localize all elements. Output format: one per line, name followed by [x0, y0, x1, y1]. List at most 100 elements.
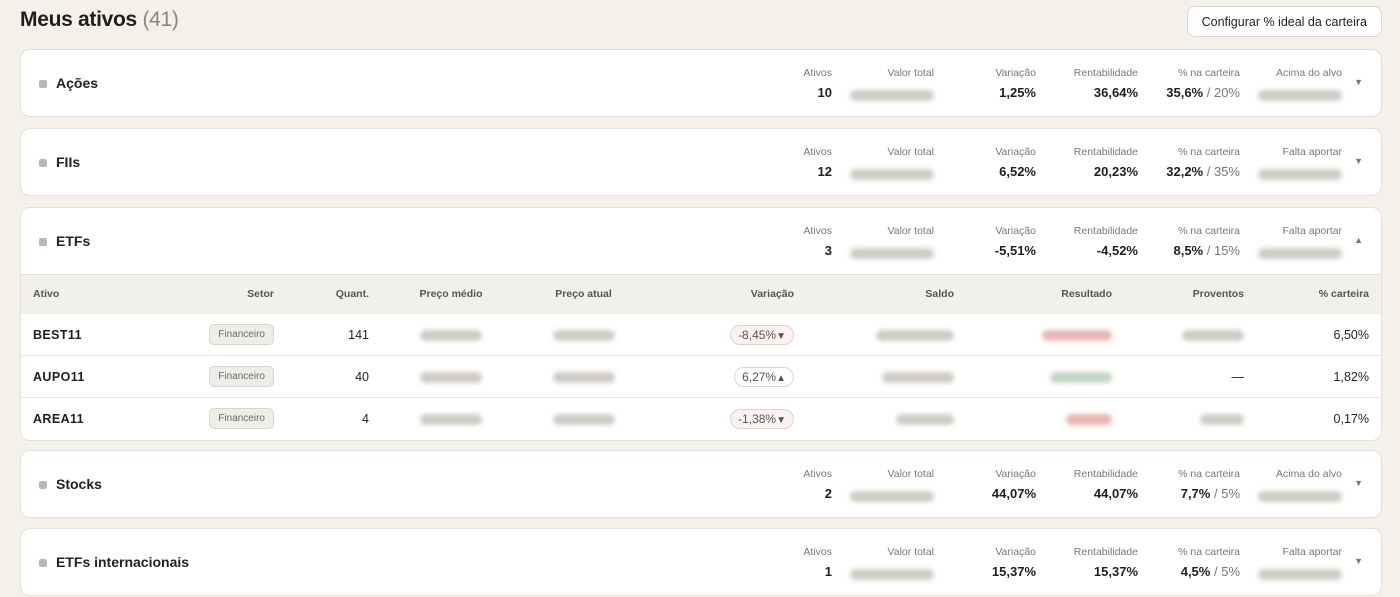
hidden-value [552, 413, 615, 425]
category-header[interactable]: ETFs internacionais Ativos 1 Valor total … [21, 529, 1381, 595]
col-pct-carteira[interactable]: % carteira [1256, 275, 1381, 314]
category-name: Stocks [56, 476, 102, 492]
category-header[interactable]: Ações Ativos 10 Valor total Variação 1,25%… [21, 50, 1381, 116]
category-header[interactable]: Stocks Ativos 2 Valor total Variação 44,07… [21, 451, 1381, 517]
assets-table: Ativo Setor Quant. Preço médio Preço atu… [21, 274, 1381, 440]
hidden-value [850, 247, 934, 259]
hidden-value [552, 329, 615, 341]
category-card-fiis: FIIs Ativos 12 Valor total Variação 6,52% … [20, 128, 1382, 196]
category-header[interactable]: ETFs Ativos 3 Valor total Variação -5,51% … [21, 208, 1381, 274]
chevron-down-icon[interactable]: ▼ [1354, 77, 1363, 87]
category-header[interactable]: FIIs Ativos 12 Valor total Variação 6,52% … [21, 129, 1381, 195]
metric-rentabilidade: Rentabilidade 20,23% [1073, 146, 1138, 179]
sector-badge: Financeiro [209, 366, 274, 387]
category-dot-icon [39, 238, 47, 246]
hidden-value [1258, 89, 1342, 101]
variation-badge: -8,45%▼ [730, 324, 794, 345]
metric-valor-total: Valor total [850, 546, 934, 580]
col-preco-medio[interactable]: Preço médio [381, 275, 521, 314]
hidden-value [1182, 329, 1244, 341]
col-quant[interactable]: Quant. [286, 275, 381, 314]
category-dot-icon [39, 481, 47, 489]
hidden-value [850, 168, 934, 180]
arrow-down-icon: ▼ [776, 414, 786, 426]
asset-quantity: 40 [355, 369, 369, 384]
metric-valor-total: Valor total [850, 468, 934, 502]
metric-alvo: Falta aportar [1258, 146, 1342, 180]
col-preco-atual[interactable]: Preço atual [521, 275, 646, 314]
metric-alvo: Acima do alvo [1258, 468, 1342, 502]
sector-badge: Financeiro [209, 324, 274, 345]
hidden-value [1258, 247, 1342, 259]
hidden-value [876, 329, 954, 341]
table-row[interactable]: AREA11 Financeiro 4 -1,38%▼ 0,17% [21, 397, 1381, 440]
category-name: ETFs internacionais [56, 554, 190, 570]
metric-pct-carteira: % na carteira 35,6% / 20% [1166, 67, 1240, 100]
asset-count: (41) [142, 8, 179, 31]
hidden-value [896, 413, 954, 425]
col-ativo[interactable]: Ativo [21, 275, 131, 314]
hidden-value [850, 89, 934, 101]
category-name: FIIs [56, 154, 81, 170]
col-setor[interactable]: Setor [131, 275, 286, 314]
arrow-down-icon: ▼ [776, 330, 786, 342]
metric-alvo: Falta aportar [1258, 225, 1342, 259]
hidden-value [420, 413, 482, 425]
table-header-row: Ativo Setor Quant. Preço médio Preço atu… [21, 274, 1381, 314]
col-resultado[interactable]: Resultado [966, 275, 1124, 314]
metric-valor-total: Valor total [850, 146, 934, 180]
table-row[interactable]: BEST11 Financeiro 141 -8,45%▼ 6,50% [21, 313, 1381, 356]
metric-rentabilidade: Rentabilidade 36,64% [1073, 67, 1138, 100]
asset-ticker[interactable]: AUPO11 [21, 356, 131, 398]
metric-ativos: Ativos 12 [803, 146, 832, 179]
metric-valor-total: Valor total [850, 67, 934, 101]
category-card-acoes: Ações Ativos 10 Valor total Variação 1,25%… [20, 49, 1382, 117]
metric-variacao: Variação 1,25% [995, 67, 1036, 100]
chevron-down-icon[interactable]: ▼ [1354, 478, 1363, 488]
hidden-value [420, 329, 482, 341]
asset-pct-carteira: 6,50% [1333, 327, 1369, 342]
chevron-down-icon[interactable]: ▼ [1354, 156, 1363, 166]
metric-rentabilidade: Rentabilidade 15,37% [1073, 546, 1138, 579]
category-card-etfs: ETFs Ativos 3 Valor total Variação -5,51% … [20, 207, 1382, 441]
metric-variacao: Variação 15,37% [991, 546, 1036, 579]
asset-quantity: 141 [348, 327, 369, 342]
col-saldo[interactable]: Saldo [806, 275, 966, 314]
metric-pct-carteira: % na carteira 4,5% / 5% [1178, 546, 1240, 579]
metric-alvo: Acima do alvo [1258, 67, 1342, 101]
hidden-value [1066, 413, 1112, 425]
metric-variacao: Variação 44,07% [991, 468, 1036, 501]
metric-variacao: Variação 6,52% [995, 146, 1036, 179]
metric-rentabilidade: Rentabilidade 44,07% [1073, 468, 1138, 501]
asset-ticker[interactable]: BEST11 [21, 314, 131, 356]
category-dot-icon [39, 559, 47, 567]
sector-badge: Financeiro [209, 408, 274, 430]
configure-ideal-percentage-button[interactable]: Configurar % ideal da carteira [1186, 6, 1382, 37]
col-variacao[interactable]: Variação [646, 275, 806, 314]
hidden-value [1258, 568, 1342, 580]
category-card-etfs-internacionais: ETFs internacionais Ativos 1 Valor total … [20, 528, 1382, 596]
chevron-down-icon[interactable]: ▼ [1354, 556, 1363, 566]
col-proventos[interactable]: Proventos [1124, 275, 1256, 314]
category-name: ETFs [56, 233, 91, 249]
asset-ticker[interactable]: AREA11 [21, 398, 131, 440]
category-dot-icon [39, 159, 47, 167]
metric-ativos: Ativos 10 [803, 67, 832, 100]
metric-valor-total: Valor total [850, 225, 934, 259]
variation-badge: -1,38%▼ [730, 408, 794, 429]
page-title: Meus ativos (41) [20, 8, 179, 32]
asset-proventos: — [1231, 369, 1245, 384]
metric-variacao: Variação -5,51% [994, 225, 1036, 258]
chevron-up-icon[interactable]: ▲ [1354, 235, 1363, 245]
hidden-value [1050, 371, 1112, 383]
hidden-value [1042, 329, 1112, 341]
asset-pct-carteira: 1,82% [1333, 369, 1369, 384]
hidden-value [882, 371, 954, 383]
hidden-value [420, 371, 482, 383]
metric-pct-carteira: % na carteira 8,5% / 15% [1173, 225, 1240, 258]
hidden-value [850, 490, 934, 502]
hidden-value [552, 371, 615, 383]
table-row[interactable]: AUPO11 Financeiro 40 6,27%▲ — 1,82% [21, 355, 1381, 398]
category-card-stocks: Stocks Ativos 2 Valor total Variação 44,07… [20, 450, 1382, 518]
asset-quantity: 4 [362, 411, 369, 426]
